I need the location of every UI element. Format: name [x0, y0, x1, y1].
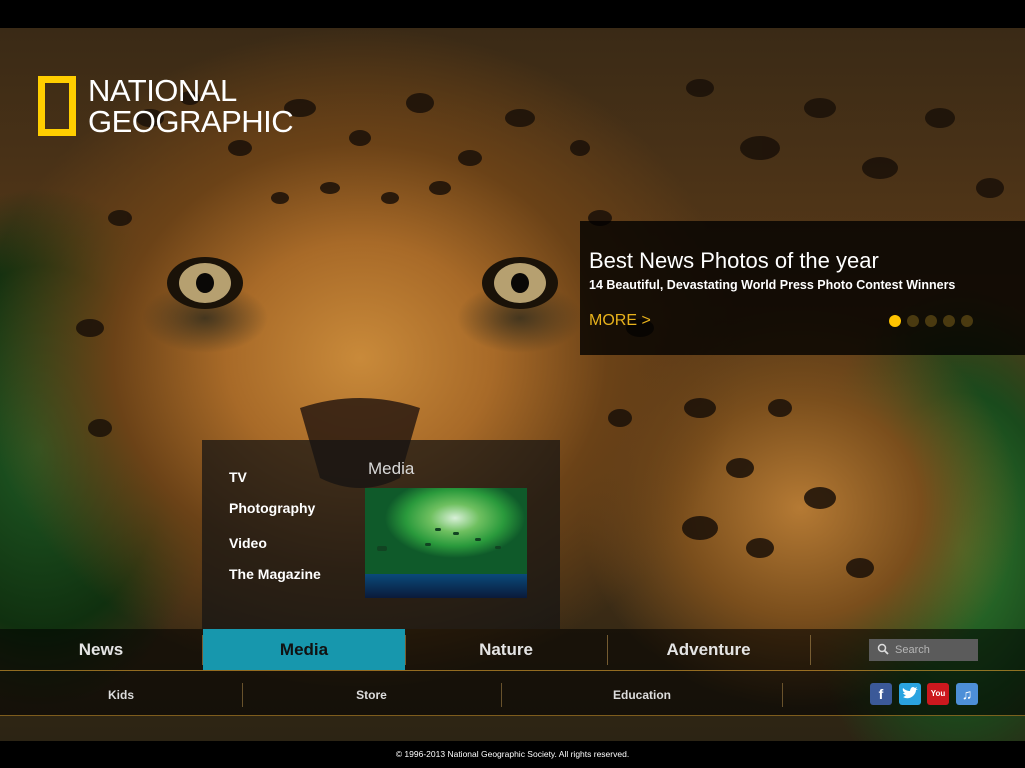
carousel-dot-3[interactable]	[925, 315, 937, 327]
yellow-frame-icon	[38, 76, 76, 136]
promo-title[interactable]: Best News Photos of the year	[589, 248, 879, 274]
nav-item-news[interactable]: News	[0, 629, 202, 670]
subnav-item-kids[interactable]: Kids	[0, 671, 242, 715]
twitter-icon[interactable]	[899, 683, 921, 705]
subnav-item-education[interactable]: Education	[502, 671, 782, 715]
logo-wordmark: NATIONAL GEOGRAPHIC	[88, 73, 294, 139]
search-icon	[877, 643, 889, 655]
logo-line-1: NATIONAL	[88, 73, 237, 108]
carousel-dot-5[interactable]	[961, 315, 973, 327]
search-input[interactable]	[895, 642, 973, 658]
subnav-item-store[interactable]: Store	[243, 671, 500, 715]
search-box	[869, 639, 978, 661]
more-link[interactable]: MORE >	[589, 312, 651, 330]
logo-line-2: GEOGRAPHIC	[88, 104, 294, 139]
national-geographic-logo[interactable]: NATIONAL GEOGRAPHIC	[38, 73, 294, 139]
nav-item-adventure[interactable]: Adventure	[608, 629, 809, 670]
carousel-dot-1[interactable]	[889, 315, 901, 327]
facebook-icon[interactable]: f	[870, 683, 892, 705]
dropdown-item-photography[interactable]: Photography	[229, 500, 315, 516]
nav-item-nature[interactable]: Nature	[406, 629, 606, 670]
nav-item-media[interactable]: Media	[203, 629, 405, 670]
dropdown-item-tv[interactable]: TV	[229, 469, 247, 485]
dropdown-item-video[interactable]: Video	[229, 535, 267, 551]
media-thumbnail-image[interactable]	[365, 488, 527, 598]
dropdown-heading: Media	[368, 459, 415, 478]
copyright-text: © 1996-2013 National Geographic Society.…	[395, 749, 630, 759]
itunes-icon[interactable]: ♫	[956, 683, 978, 705]
carousel-dot-2[interactable]	[907, 315, 919, 327]
promo-subtitle: 14 Beautiful, Devastating World Press Ph…	[589, 278, 956, 292]
footer: © 1996-2013 National Geographic Society.…	[0, 741, 1025, 768]
carousel-dots	[889, 315, 973, 327]
top-bar	[0, 0, 1025, 28]
carousel-dot-4[interactable]	[943, 315, 955, 327]
media-dropdown-menu: TV Photography Video The Magazine Media	[202, 440, 560, 629]
youtube-icon[interactable]: You	[927, 683, 949, 705]
dropdown-item-the-magazine[interactable]: The Magazine	[229, 566, 321, 582]
featured-promo: Best News Photos of the year 14 Beautifu…	[580, 221, 1025, 355]
